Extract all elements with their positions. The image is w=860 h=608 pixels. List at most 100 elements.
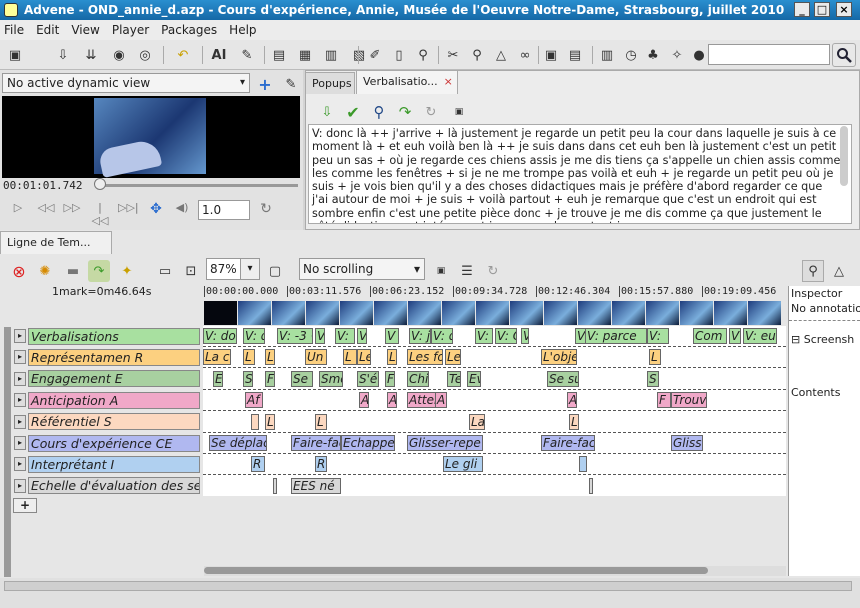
menu-packages[interactable]: Packages [161, 23, 217, 37]
screenshot-expander[interactable]: ⊟ Screensh [789, 325, 860, 346]
annotation[interactable]: F [385, 370, 395, 387]
menu-view[interactable]: View [71, 23, 99, 37]
annotation-text-editor[interactable]: V: donc là ++ j'arrive + là justement je… [308, 124, 852, 224]
snapshot-thumbnail[interactable] [510, 301, 543, 325]
annotation[interactable]: F [657, 392, 671, 409]
snapshot-thumbnail[interactable] [646, 301, 679, 325]
text-annotation-icon[interactable]: AI [208, 44, 230, 66]
annotation[interactable]: R [315, 456, 327, 473]
annotation-tracks[interactable]: V: doV: qV: -3 +VV:VVV: jV: qV:V: CVVV: … [203, 326, 786, 496]
expand-track-icon[interactable]: ▸ [14, 371, 26, 386]
annotation[interactable]: L [243, 349, 255, 366]
track-label[interactable]: ▸ Interprétant I [14, 455, 200, 473]
montage-icon[interactable]: △ [490, 44, 512, 66]
video-player-icon[interactable]: ▣ [540, 44, 562, 66]
annotation[interactable]: V: parce [585, 328, 647, 344]
snapshot-thumbnail[interactable] [714, 301, 747, 325]
annotation[interactable]: La c [203, 349, 231, 366]
annotation[interactable]: S [243, 370, 253, 387]
record-icon[interactable]: ● [688, 44, 710, 66]
search-annotation-icon[interactable]: ⚲ [368, 101, 390, 123]
annotation[interactable]: Les fo [407, 349, 443, 366]
footprint-icon[interactable]: ♣ [642, 44, 664, 66]
fullscreen-icon[interactable]: ✥ [146, 201, 166, 219]
annotation[interactable]: Faire-fac [541, 435, 595, 451]
annotation[interactable]: Com [693, 328, 727, 344]
annotation[interactable]: V: j [409, 328, 431, 344]
menu-player[interactable]: Player [112, 23, 149, 37]
track-row[interactable]: EES né [203, 476, 786, 496]
annotation[interactable]: A [359, 392, 369, 409]
snapshot-thumbnail[interactable] [272, 301, 305, 325]
snapshot-thumbnail[interactable] [442, 301, 475, 325]
align-icon[interactable]: ☰ [456, 260, 478, 282]
expand-track-icon[interactable]: ▸ [14, 329, 26, 343]
tools-icon[interactable]: ✂ [442, 44, 464, 66]
open-package-icon[interactable]: ▣ [4, 44, 26, 66]
fit-icon[interactable]: ⊡ [180, 260, 202, 282]
annotation[interactable] [589, 477, 593, 494]
minimize-button[interactable]: _ [794, 2, 810, 17]
annotation[interactable]: Faire-fac [291, 435, 341, 451]
annotation[interactable]: L [265, 349, 275, 366]
annotation[interactable]: V: eu [743, 328, 777, 344]
track-label[interactable]: ▸ Représentamen R [14, 348, 200, 366]
annotation[interactable]: Chi [407, 370, 429, 387]
menu-help[interactable]: Help [229, 23, 256, 37]
annotation[interactable]: Af [245, 392, 263, 409]
annotation[interactable]: Glisser-repe [407, 435, 483, 451]
clock-icon[interactable]: ◷ [620, 44, 642, 66]
loop-icon[interactable]: ↷ [88, 260, 110, 282]
box-icon[interactable]: ▬ [62, 260, 84, 282]
track-row[interactable]: Af A A Atten A A F Trouv [203, 390, 786, 412]
close-tab-icon[interactable]: × [444, 75, 453, 88]
annotation[interactable]: V [521, 328, 529, 344]
transcription-icon[interactable]: ▥ [596, 44, 618, 66]
reload-icon[interactable]: ↻ [420, 101, 442, 123]
annotation[interactable]: L [265, 413, 275, 430]
book-icon[interactable]: ▯ [388, 44, 410, 66]
snapshot-thumbnail[interactable] [748, 301, 781, 325]
annotation[interactable]: Te [447, 370, 461, 387]
snapshot-thumbnail[interactable] [476, 301, 509, 325]
annotation[interactable]: L'obje [541, 349, 577, 366]
rewind-icon[interactable]: ◁◁ [36, 201, 56, 219]
tab-timeline[interactable]: Ligne de Tem... [0, 231, 112, 254]
zoom-fit-icon[interactable]: ▢ [264, 260, 286, 282]
text-scrollbar[interactable] [840, 126, 848, 186]
track-row[interactable]: R R Le gli [203, 454, 786, 476]
snapshot-strip[interactable] [204, 301, 786, 325]
track-label[interactable]: ▸ Référentiel S [14, 413, 200, 431]
annotation[interactable]: Trouv [671, 392, 707, 409]
layout-icon[interactable]: ▭ [154, 260, 176, 282]
track-label[interactable]: ▸ Anticipation A [14, 391, 200, 409]
snapshot-thumbnail[interactable] [578, 301, 611, 325]
annotation[interactable] [579, 456, 587, 473]
annotation[interactable]: F [265, 370, 275, 387]
annotation[interactable]: V: [647, 328, 669, 344]
close-button[interactable]: × [836, 2, 852, 17]
annotation[interactable]: S [647, 370, 659, 387]
annotation[interactable]: V: q [243, 328, 265, 344]
track-row[interactable]: V: doV: qV: -3 +VV:VVV: jV: qV:V: CVVV: … [203, 326, 786, 347]
save-as-icon[interactable]: ⇊ [80, 44, 102, 66]
edit-view-icon[interactable]: ✎ [280, 73, 302, 95]
position-slider-handle[interactable] [94, 178, 106, 190]
track-splitter[interactable] [4, 327, 11, 577]
menu-edit[interactable]: Edit [36, 23, 59, 37]
edl-icon[interactable]: ▤ [564, 44, 586, 66]
pencil-icon[interactable]: ✎ [236, 44, 258, 66]
track-row[interactable]: La cLLUnLLeLLes foLeL'objeL [203, 347, 786, 369]
annotation[interactable]: E [213, 370, 223, 387]
track-row[interactable]: Se déplac Faire-fac Echappe Glisser-repe Fai… [203, 433, 786, 454]
schema-icon[interactable]: ⚲ [412, 44, 434, 66]
status-scrollbar[interactable] [4, 581, 852, 591]
expand-track-icon[interactable]: ▸ [14, 393, 26, 408]
save-annotation-icon[interactable]: ⇩ [316, 101, 338, 123]
scrolling-select[interactable]: No scrolling ▾ [299, 258, 425, 280]
undo-icon[interactable]: ↶ [172, 44, 194, 66]
expand-track-icon[interactable]: ▸ [14, 457, 26, 472]
track-label[interactable]: ▸ Cours d'expérience CE [14, 434, 200, 452]
validate-icon[interactable]: ✔ [342, 101, 364, 123]
next-icon[interactable]: ▷▷| [118, 201, 139, 219]
